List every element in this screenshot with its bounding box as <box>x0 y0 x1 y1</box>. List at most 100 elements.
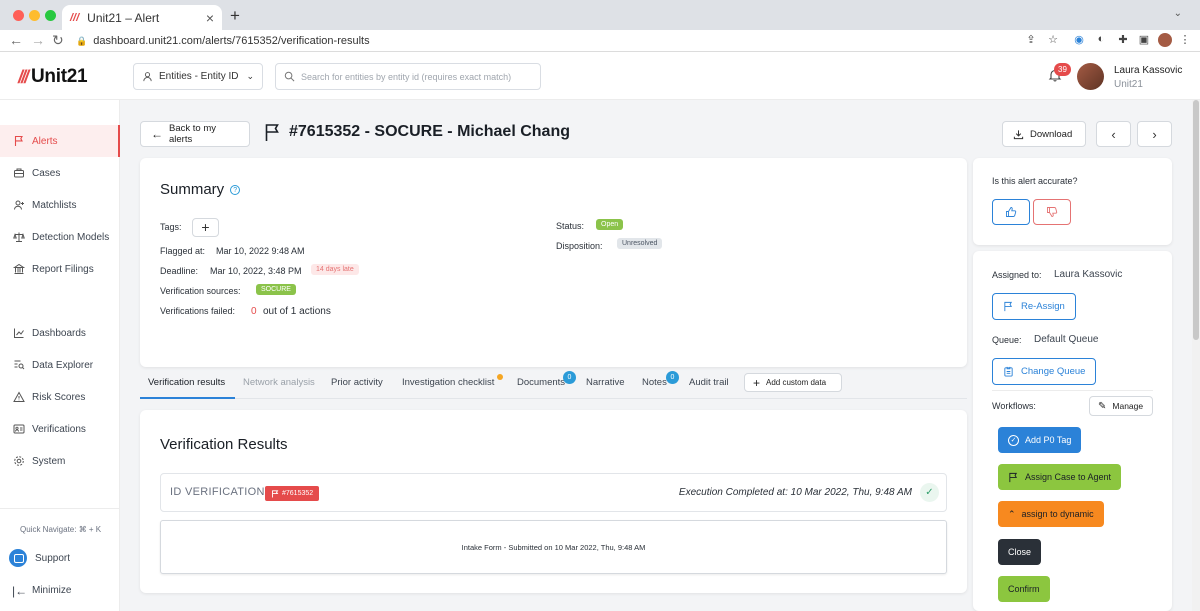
sidebar-item-matchlists[interactable]: Matchlists <box>0 189 120 221</box>
queue-label: Queue: <box>992 335 1022 345</box>
sidepanel-icon[interactable]: ▣ <box>1137 33 1151 47</box>
browser-menu-icon[interactable]: ⋮ <box>1178 33 1192 47</box>
forward-arrow-icon[interactable]: → <box>31 32 45 48</box>
window-minimize-dot[interactable] <box>29 10 40 21</box>
back-button-label: Back to my alerts <box>169 123 216 145</box>
sidebar-item-detection-models[interactable]: Detection Models <box>0 221 120 253</box>
user-plus-icon <box>12 199 25 212</box>
tab-search-chevron-icon[interactable]: ⌄ <box>1174 8 1182 19</box>
entity-type-selector[interactable]: Entities - Entity ID ⌄ <box>133 63 263 90</box>
sidebar-item-dashboards[interactable]: Dashboards <box>0 317 120 349</box>
thumbs-up-button[interactable] <box>992 199 1030 225</box>
add-custom-data-button[interactable]: + Add custom data <box>744 373 842 392</box>
flag-icon <box>272 489 279 497</box>
change-queue-button[interactable]: Change Queue <box>992 358 1097 385</box>
logo-mark: /// <box>18 66 29 87</box>
workflow-add-p0-tag-button[interactable]: ✓ Add P0 Tag <box>998 427 1082 453</box>
intake-form-panel[interactable]: Intake Form - Submitted on 10 Mar 2022, … <box>160 520 947 574</box>
download-button[interactable]: Download <box>1002 121 1086 147</box>
support-chat-icon[interactable] <box>9 549 27 567</box>
sidebar-item-data-explorer[interactable]: Data Explorer <box>0 349 120 381</box>
user-avatar[interactable] <box>1077 63 1104 90</box>
sidebar-item-system[interactable]: System <box>0 445 120 477</box>
url-field[interactable]: 🔒 dashboard.unit21.com/alerts/7615352/ve… <box>76 33 1026 49</box>
tab-prior-activity[interactable]: Prior activity <box>331 377 383 388</box>
workflow-label: Add P0 Tag <box>1025 435 1072 445</box>
extension-badge-icon[interactable]: ◐ <box>1094 33 1108 47</box>
tab-network-analysis[interactable]: Network analysis <box>243 377 315 388</box>
bank-icon <box>12 263 25 276</box>
check-circle-icon[interactable]: ✓ <box>920 483 939 502</box>
warning-icon <box>12 391 25 404</box>
reassign-button[interactable]: Re-Assign <box>992 293 1076 320</box>
search-icon <box>284 71 295 82</box>
alert-id-tag[interactable]: #7615352 <box>265 486 320 501</box>
minimize-icon[interactable]: |← <box>12 584 27 598</box>
tab-documents[interactable]: Documents <box>517 377 565 388</box>
documents-count-badge: 0 <box>563 371 576 384</box>
sidebar-item-label: System <box>32 455 66 467</box>
disposition-label: Disposition: <box>556 241 603 251</box>
help-icon[interactable]: ? <box>230 184 241 195</box>
window-close-dot[interactable] <box>13 10 24 21</box>
minimize-link[interactable]: Minimize <box>32 585 71 596</box>
workflow-assign-case-button[interactable]: Assign Case to Agent <box>998 464 1122 490</box>
sidebar-item-label: Alerts <box>32 135 58 147</box>
user-icon <box>143 72 152 82</box>
unit21-logo[interactable]: /// Unit21 <box>18 66 88 88</box>
previous-alert-button[interactable]: ‹ <box>1096 121 1131 147</box>
tab-close-icon[interactable]: × <box>206 10 214 26</box>
profile-avatar-icon[interactable] <box>1158 33 1172 47</box>
user-org: Unit21 <box>1114 79 1143 90</box>
puzzle-icon[interactable]: ✚ <box>1116 33 1130 47</box>
workflow-confirm-button[interactable]: Confirm <box>998 576 1050 602</box>
tab-audit-trail[interactable]: Audit trail <box>689 377 729 388</box>
queue-value: Default Queue <box>1034 334 1099 345</box>
add-tag-button[interactable]: + <box>192 218 219 237</box>
tab-notes[interactable]: Notes <box>642 377 667 388</box>
sidebar-item-report-filings[interactable]: Report Filings <box>0 253 120 285</box>
sidebar-divider <box>0 508 120 509</box>
late-badge: 14 days late <box>311 264 359 275</box>
entity-search[interactable] <box>275 63 541 90</box>
new-tab-button[interactable]: + <box>230 6 240 26</box>
window-zoom-dot[interactable] <box>45 10 56 21</box>
chart-icon <box>12 327 25 340</box>
tab-investigation-checklist[interactable]: Investigation checklist <box>402 377 494 388</box>
sidebar-item-label: Cases <box>32 167 61 179</box>
chevron-right-icon: › <box>1152 126 1157 142</box>
browser-tab[interactable]: /// Unit21 – Alert × <box>62 5 222 30</box>
assigned-to-label: Assigned to: <box>992 270 1042 280</box>
sidebar-item-label: Report Filings <box>32 263 94 275</box>
tab-verification-results[interactable]: Verification results <box>148 377 225 388</box>
back-arrow-icon[interactable]: ← <box>9 32 23 48</box>
back-to-alerts-button[interactable]: ← Back to my alerts <box>140 121 250 147</box>
sidebar-item-alerts[interactable]: Alerts <box>0 125 120 157</box>
flag-icon <box>263 123 282 142</box>
reload-icon[interactable]: ↻ <box>52 32 64 49</box>
next-alert-button[interactable]: › <box>1137 121 1172 147</box>
execution-completed-text: Execution Completed at: 10 Mar 2022, Thu… <box>678 487 912 498</box>
page-scrollbar-thumb[interactable] <box>1193 100 1199 340</box>
sidebar-item-risk-scores[interactable]: Risk Scores <box>0 381 120 413</box>
share-icon[interactable]: ⇪ <box>1024 33 1038 47</box>
bookmark-star-icon[interactable]: ☆ <box>1046 33 1060 47</box>
workflow-close-button[interactable]: Close <box>998 539 1042 565</box>
url-text: dashboard.unit21.com/alerts/7615352/veri… <box>93 35 370 47</box>
search-input[interactable] <box>301 71 531 82</box>
extension-icon[interactable]: ◉ <box>1072 33 1086 47</box>
briefcase-icon <box>12 167 25 180</box>
notification-count-badge: 39 <box>1054 63 1071 76</box>
sidebar-item-cases[interactable]: Cases <box>0 157 120 189</box>
user-name[interactable]: Laura Kassovic <box>1114 65 1182 76</box>
reassign-label: Re-Assign <box>1021 301 1065 312</box>
double-chevron-up-icon: ⌃ <box>1008 508 1016 519</box>
support-link[interactable]: Support <box>35 553 70 564</box>
tab-narrative[interactable]: Narrative <box>586 377 625 388</box>
manage-workflows-button[interactable]: ✎ Manage <box>1089 396 1153 416</box>
workflow-assign-dynamic-button[interactable]: ⌃ assign to dynamic <box>998 501 1104 527</box>
sidebar-item-label: Matchlists <box>32 199 77 211</box>
sidebar-item-verifications[interactable]: Verifications <box>0 413 120 445</box>
workflows-label: Workflows: <box>992 401 1036 411</box>
thumbs-down-button[interactable] <box>1033 199 1071 225</box>
